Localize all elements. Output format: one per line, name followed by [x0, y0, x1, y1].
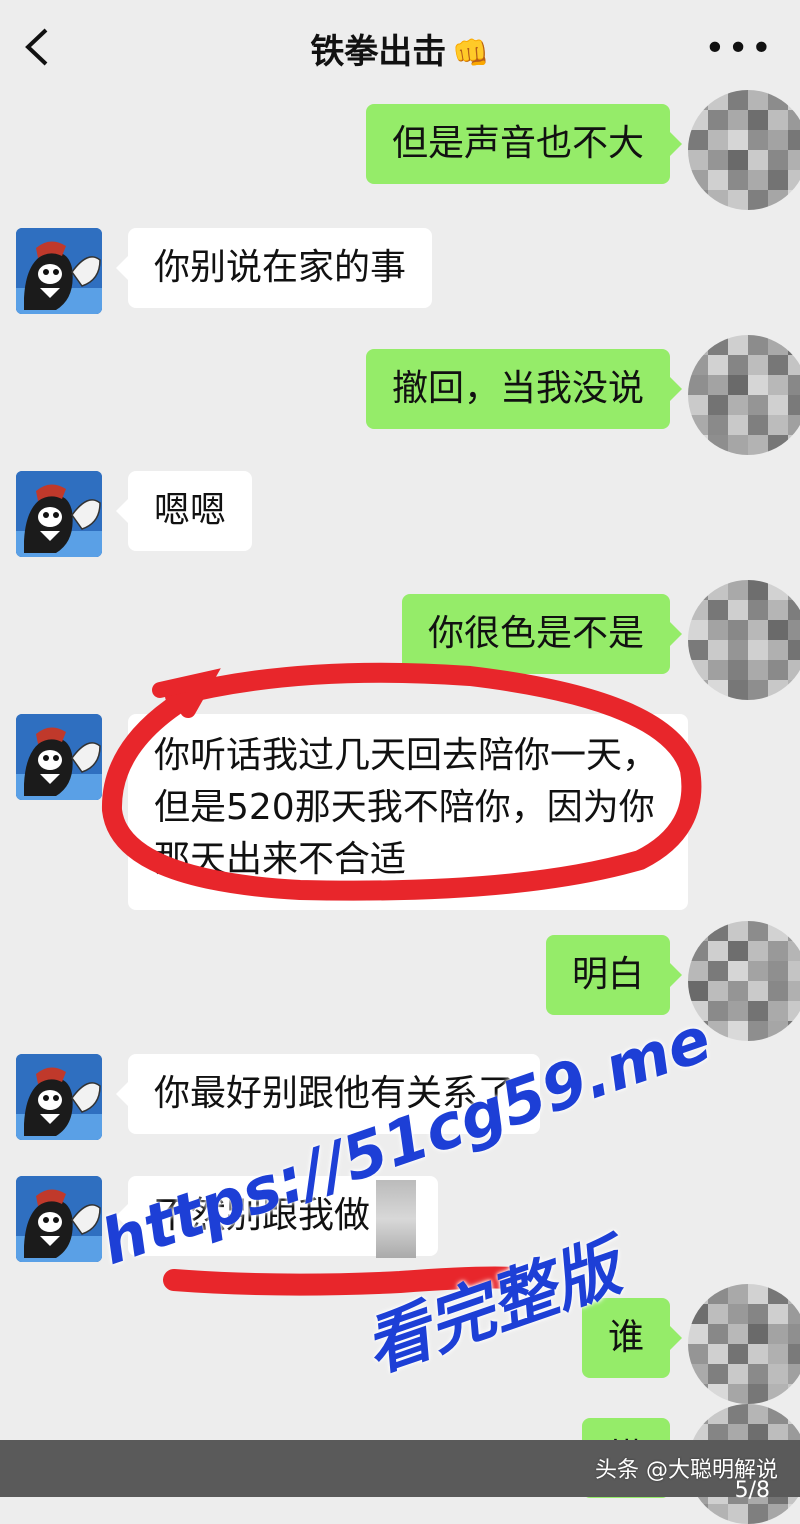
page-counter: 5/8: [734, 1478, 770, 1503]
contact-avatar[interactable]: [16, 1054, 102, 1140]
own-avatar[interactable]: [688, 1284, 800, 1404]
cartoon-cat-avatar-icon: [16, 1054, 102, 1140]
cartoon-cat-avatar-icon: [16, 1176, 102, 1262]
pixelated-avatar-icon: [688, 1284, 800, 1404]
contact-avatar[interactable]: [16, 1176, 102, 1262]
message-bubble-own[interactable]: 明白: [545, 935, 683, 1015]
